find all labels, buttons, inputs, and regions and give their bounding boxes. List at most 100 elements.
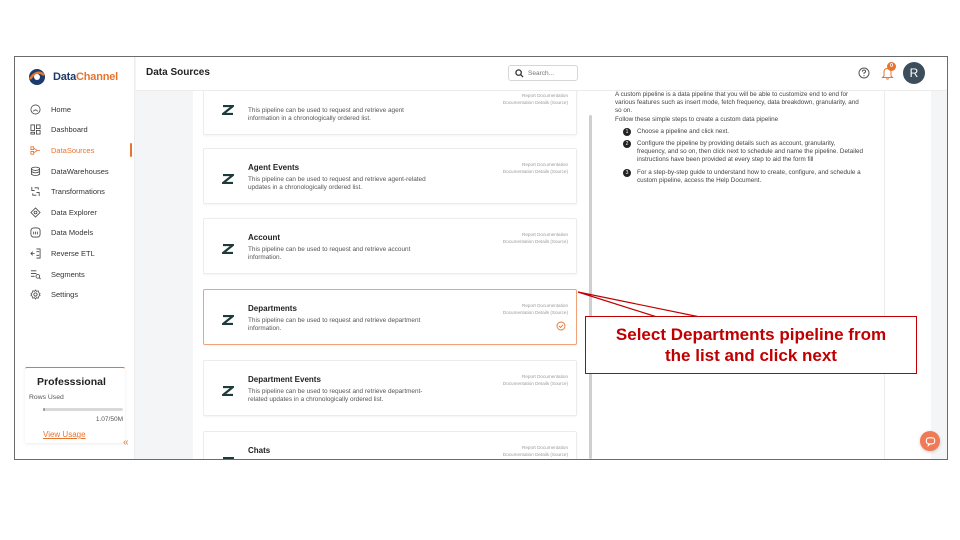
search-icon (515, 68, 524, 78)
logo-text: DataChannel (53, 71, 118, 83)
info-step: 1 Choose a pipeline and click next. (615, 127, 865, 136)
sidebar-item-settings[interactable]: Settings (15, 284, 135, 305)
zendesk-icon (222, 454, 237, 459)
report-documentation-link[interactable]: Report Documentation (503, 92, 568, 99)
logo[interactable]: DataChannel (27, 67, 118, 87)
collapse-sidebar-button[interactable]: « (123, 437, 129, 448)
sidebar-item-label: Settings (51, 290, 79, 300)
report-documentation-link[interactable]: Report Documentation (503, 302, 568, 309)
pipeline-title: Departments (248, 304, 297, 313)
logo-text-part2: Channel (76, 71, 119, 83)
sidebar-nav: Home Dashboard DataSources DataWarehouses Tr… (15, 99, 135, 305)
gear-icon (29, 289, 41, 301)
plan-name: Professsional (37, 376, 106, 388)
info-step: 2 Configure the pipeline by providing det… (615, 140, 865, 165)
pipeline-title: Department Events (248, 375, 321, 384)
pipeline-title: Account (248, 233, 280, 242)
pipeline-card[interactable]: Departments This pipeline can be used to … (203, 289, 577, 345)
sidebar-item-label: Data Models (51, 228, 94, 238)
report-documentation-link[interactable]: Report Documentation (503, 373, 568, 380)
pipeline-card[interactable]: Agent Events This pipeline can be used to… (203, 148, 577, 204)
pipeline-doc-links: Report Documentation Documentation Detail… (503, 302, 568, 316)
pipeline-doc-links: Report Documentation Documentation Detail… (503, 161, 568, 175)
pipeline-doc-links: Report Documentation Documentation Detail… (503, 373, 568, 387)
step-number: 3 (623, 168, 631, 177)
chat-widget-button[interactable] (920, 431, 940, 451)
step-text: For a step-by-step guide to understand h… (637, 168, 861, 184)
sidebar-item-datasources[interactable]: DataSources (15, 140, 135, 161)
info-panel: A custom pipeline is a data pipeline tha… (615, 91, 865, 189)
step-number: 1 (623, 127, 631, 136)
search-box[interactable] (508, 65, 578, 81)
pipeline-card[interactable]: This pipeline can be used to request and… (203, 91, 577, 135)
transformations-icon (29, 186, 41, 198)
zendesk-icon (219, 171, 237, 185)
sidebar-item-label: Data Explorer (51, 207, 97, 217)
database-icon (29, 165, 41, 177)
pipeline-description: This pipeline can be used to request and… (248, 176, 426, 192)
pipeline-list: This pipeline can be used to request and… (203, 91, 579, 459)
plan-card: Professsional Rows Used 1.07/50M View Us… (25, 367, 125, 443)
page-title: Data Sources (146, 67, 210, 78)
top-header: Data Sources 0 R (136, 57, 947, 91)
sidebar-item-transformations[interactable]: Transformations (15, 181, 135, 202)
pipeline-doc-links: Report Documentation Documentation Detail… (503, 231, 568, 245)
logo-icon (27, 67, 47, 87)
documentation-details-link[interactable]: Documentation Details (Source) (503, 380, 568, 387)
callout-line2: the list and click next (665, 346, 837, 365)
sidebar-item-datawarehouses[interactable]: DataWarehouses (15, 161, 135, 182)
rows-usage-bar (43, 408, 123, 411)
app-window: DataChannel Home Dashboard DataSources Data… (14, 56, 948, 460)
info-steps: 1 Choose a pipeline and click next. 2 Confi… (615, 127, 865, 185)
documentation-details-link[interactable]: Documentation Details (Source) (503, 238, 568, 245)
help-icon[interactable] (858, 67, 870, 79)
report-documentation-link[interactable]: Report Documentation (503, 161, 568, 168)
zendesk-icon (219, 102, 237, 116)
pipeline-card[interactable]: ChatsThis pipeline can be used to reques… (203, 431, 577, 459)
avatar[interactable]: R (903, 62, 925, 84)
pipeline-card[interactable]: Account This pipeline can be used to requ… (203, 218, 577, 274)
search-input[interactable] (528, 69, 576, 77)
datasources-icon (29, 144, 41, 156)
step-text: Configure the pipeline by providing deta… (637, 140, 864, 164)
step-text: Choose a pipeline and click next. (637, 127, 730, 135)
pipeline-title: Agent Events (248, 163, 300, 172)
rows-usage-bar-fill (43, 408, 45, 411)
pipeline-description: This pipeline can be used to request and… (248, 107, 404, 123)
rows-used-count: 1.07/50M (95, 416, 123, 423)
check-circle-icon (556, 321, 566, 331)
reverse-etl-icon (29, 247, 41, 259)
zendesk-icon (219, 383, 237, 397)
sidebar-item-label: DataSources (51, 145, 95, 155)
sidebar-item-segments[interactable]: Segments (15, 264, 135, 285)
models-icon (29, 227, 41, 239)
report-documentation-link[interactable]: Report Documentation (503, 231, 568, 238)
sidebar-item-reverse-etl[interactable]: Reverse ETL (15, 243, 135, 264)
sidebar-item-dashboard[interactable]: Dashboard (15, 120, 135, 141)
documentation-details-link[interactable]: Documentation Details (Source) (503, 168, 568, 175)
pipeline-card[interactable]: Department Events This pipeline can be us… (203, 360, 577, 416)
info-follow: Follow these simple steps to create a cu… (615, 115, 779, 123)
pipeline-description: This pipeline can be used to request and… (248, 388, 423, 404)
sidebar-item-label: Home (51, 104, 72, 114)
chat-icon (925, 436, 935, 447)
documentation-details-link[interactable]: Documentation Details (Source) (503, 451, 568, 458)
report-documentation-link[interactable]: Report Documentation (503, 444, 568, 451)
list-scrollbar[interactable] (589, 115, 592, 459)
sidebar-item-data-explorer[interactable]: Data Explorer (15, 202, 135, 223)
segments-icon (29, 268, 41, 280)
panel-divider (884, 91, 885, 459)
pipeline-description: This pipeline can be used to request and… (248, 246, 411, 262)
sidebar-item-label: Dashboard (51, 125, 88, 135)
sidebar-item-home[interactable]: Home (15, 99, 135, 120)
sidebar: DataChannel Home Dashboard DataSources Data… (15, 57, 135, 459)
home-icon (29, 103, 41, 115)
view-usage-link[interactable]: View Usage (43, 430, 86, 439)
documentation-details-link[interactable]: Documentation Details (Source) (503, 309, 568, 316)
notification-badge: 0 (887, 62, 896, 71)
explorer-icon (29, 206, 41, 218)
sidebar-item-data-models[interactable]: Data Models (15, 223, 135, 244)
pipeline-description: This pipeline can be used to request and… (248, 317, 421, 333)
sidebar-item-label: Reverse ETL (51, 248, 95, 258)
documentation-details-link[interactable]: Documentation Details (Source) (503, 99, 568, 106)
